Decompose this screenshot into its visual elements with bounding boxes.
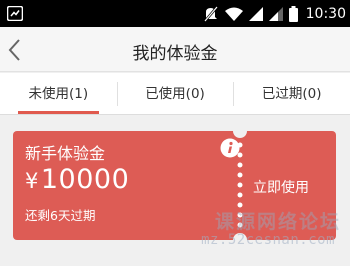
tab-expired[interactable]: 已过期(0) (233, 73, 350, 114)
mute-icon (203, 5, 218, 22)
signal-icon (268, 6, 283, 21)
currency-symbol: ¥ (25, 169, 39, 193)
coupon-card[interactable]: 新手体验金 ¥10000 还剩6天过期 立即使用 (13, 124, 336, 247)
page-title: 我的体验金 (132, 44, 218, 64)
coupon-name: 新手体验金 (25, 144, 106, 163)
coupon-amount: ¥10000 (25, 164, 129, 195)
use-now-button[interactable]: 立即使用 (253, 177, 309, 197)
ticket-notch-bottom (233, 233, 247, 247)
tab-bar: 未使用(1) 已使用(0) 已过期(0) (0, 73, 350, 115)
tab-used[interactable]: 已使用(0) (116, 73, 234, 114)
coupon-amount-value: 10000 (40, 164, 130, 195)
wifi-icon (224, 7, 243, 21)
tab-unused[interactable]: 未使用(1) (0, 73, 117, 114)
battery-icon (288, 5, 298, 22)
app-header: 我的体验金 (0, 27, 350, 72)
status-time: 10:30 (305, 5, 346, 22)
signal-icon (248, 6, 263, 21)
status-bar: 10:30 (0, 0, 350, 27)
ticket-notch-top (233, 124, 247, 138)
perforation-line (237, 142, 243, 228)
notification-icon (7, 6, 23, 21)
coupon-expire-text: 还剩6天过期 (25, 208, 96, 223)
